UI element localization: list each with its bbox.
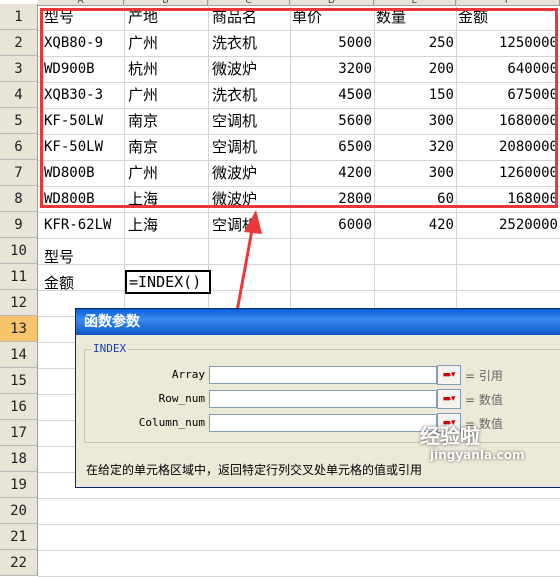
arg-result-array: = 引用 [465, 369, 503, 383]
array-input[interactable] [209, 366, 437, 384]
grid-line [38, 498, 560, 499]
collapse-dialog-icon[interactable]: ▬▾ [437, 365, 461, 385]
dialog-title[interactable]: 函数参数 [76, 309, 560, 335]
grid-line [38, 524, 560, 525]
arrow-head-up [244, 210, 262, 234]
arg-label-array: Array [171, 368, 205, 381]
function-name: INDEX [91, 342, 129, 355]
arg-label-column-num: Column_num [138, 416, 205, 429]
row-num-input[interactable] [209, 390, 437, 408]
watermark-logo: 经验啦 [420, 424, 480, 448]
row-header[interactable]: 20 [0, 498, 38, 524]
column-num-input[interactable] [209, 414, 437, 432]
argument-group: INDEX Array ▬▾ = 引用 Row_num ▬▾ = 数值 Colu… [84, 342, 560, 443]
row-header[interactable]: 21 [0, 524, 38, 550]
function-description: 在给定的单元格区域中，返回特定行列交叉处单元格的值或引用 [86, 463, 423, 477]
arg-label-row-num: Row_num [158, 392, 205, 405]
row-header[interactable]: 22 [0, 550, 38, 576]
collapse-dialog-icon[interactable]: ▬▾ [437, 389, 461, 409]
watermark-url: jingyanla.com [430, 448, 525, 462]
arg-result-row-num: = 数值 [465, 393, 503, 407]
grid-line [38, 550, 560, 551]
